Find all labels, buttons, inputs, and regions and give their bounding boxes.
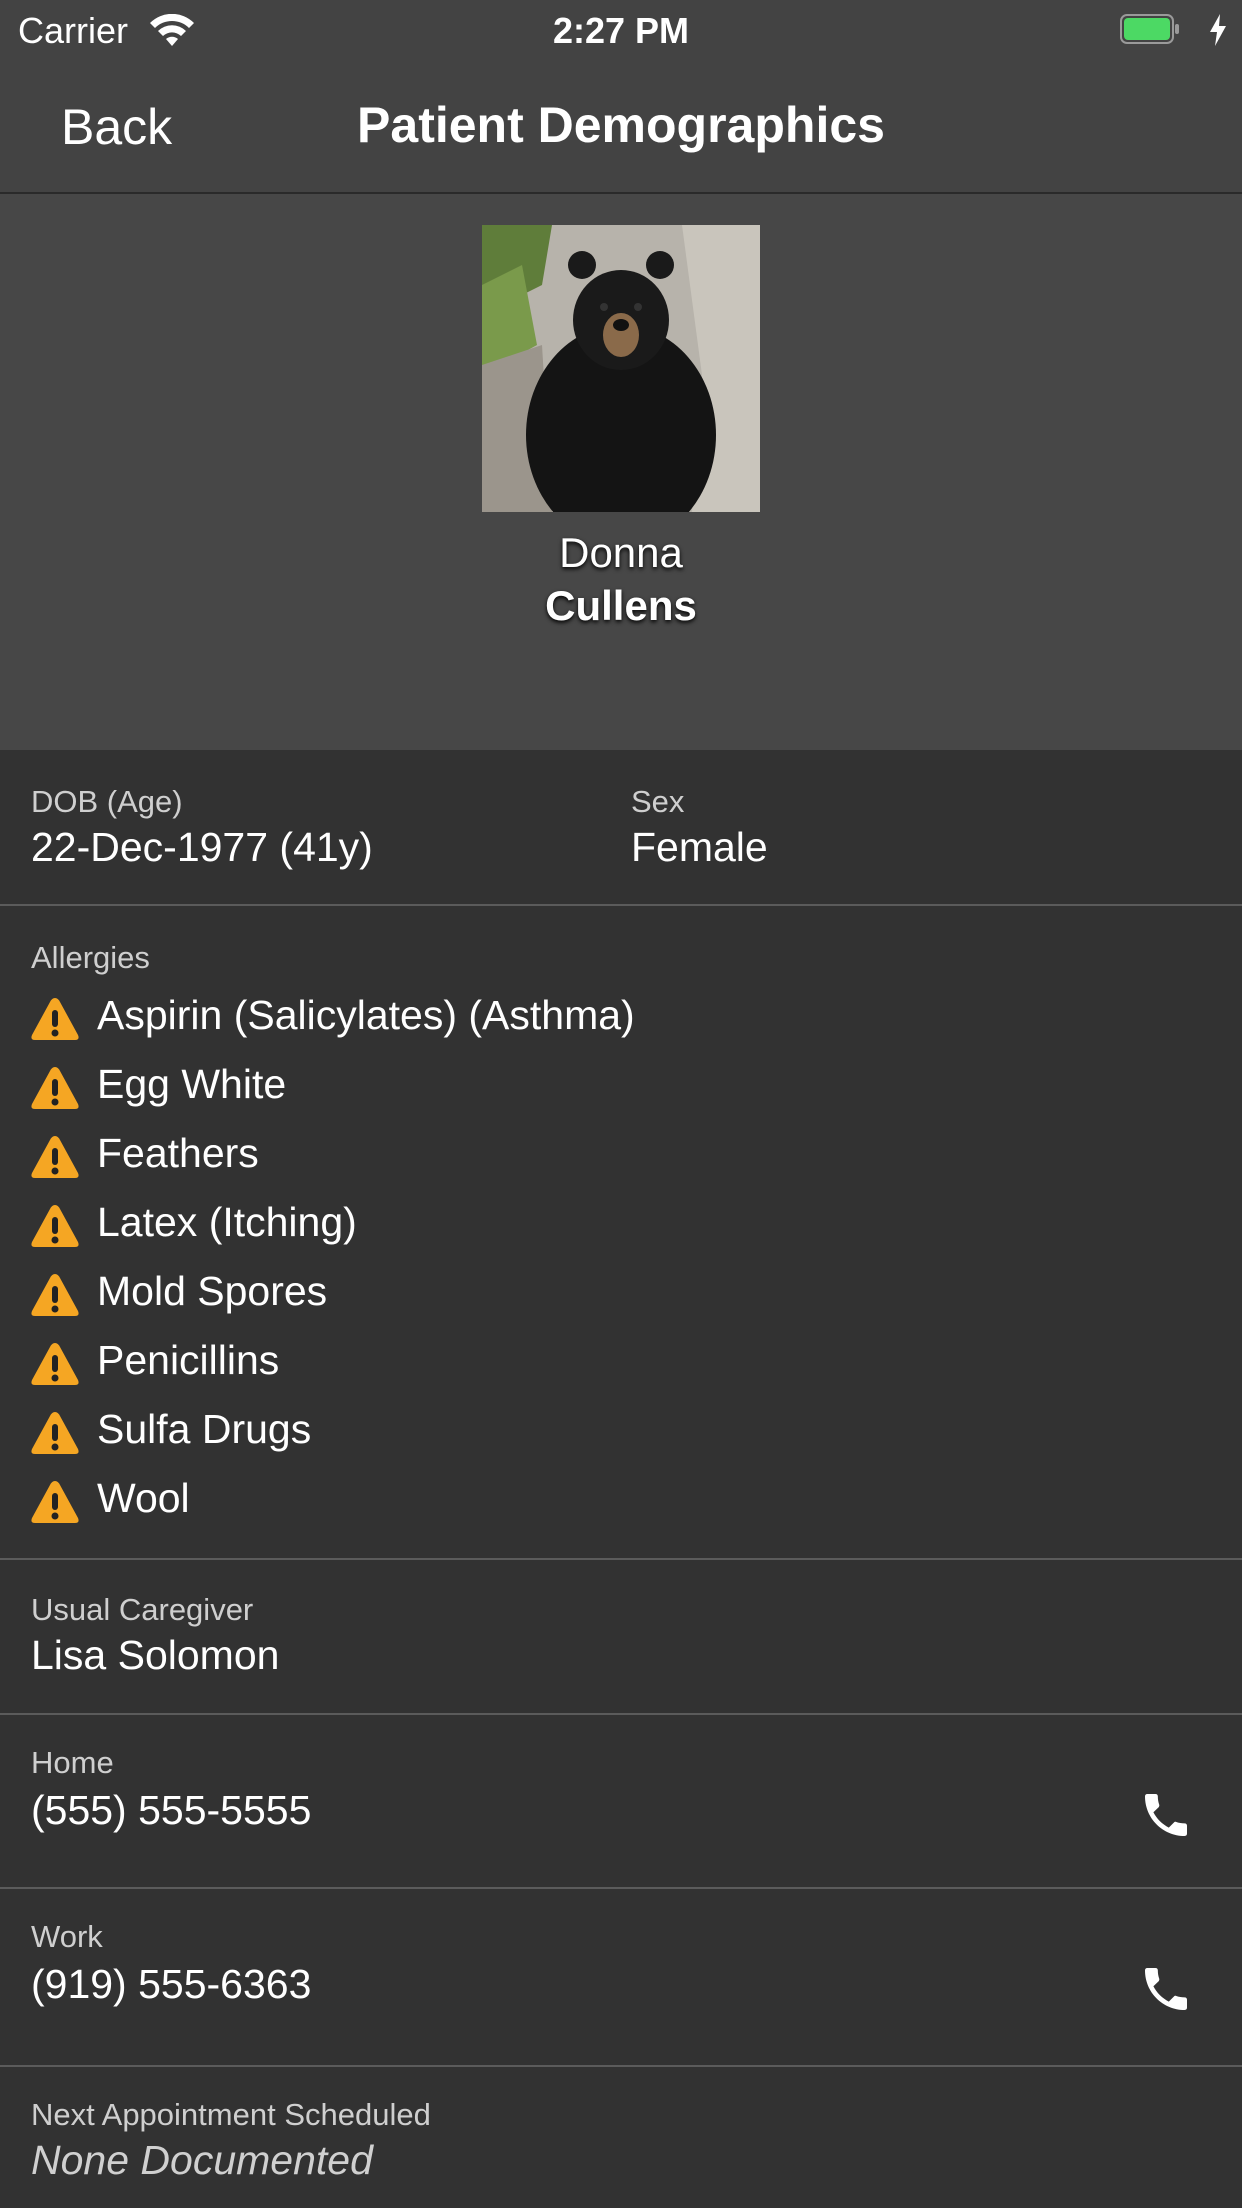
allergy-name: Feathers	[97, 1130, 259, 1176]
page-title: Patient Demographics	[357, 97, 885, 153]
warning-icon	[31, 1205, 79, 1247]
caregiver-label: Usual Caregiver	[31, 1592, 254, 1627]
dob-value: 22-Dec-1977 (41y)	[31, 824, 373, 870]
appointment-label: Next Appointment Scheduled	[31, 2097, 431, 2132]
phone-icon[interactable]	[1138, 1787, 1194, 1843]
allergy-item: Wool	[30, 1473, 1130, 1533]
sex-value: Female	[631, 824, 768, 870]
warning-icon	[31, 1481, 79, 1523]
allergy-item: Mold Spores	[30, 1266, 1130, 1326]
dob-label: DOB (Age)	[31, 784, 183, 819]
allergy-item: Feathers	[30, 1128, 1130, 1188]
navigation-bar: Back Patient Demographics	[0, 62, 1242, 194]
sex-label: Sex	[631, 784, 685, 819]
work-phone-section[interactable]: Work (919) 555-6363	[0, 1889, 1242, 2067]
caregiver-value: Lisa Solomon	[31, 1632, 280, 1678]
phone-icon[interactable]	[1138, 1961, 1194, 2017]
home-phone-label: Home	[31, 1745, 114, 1780]
warning-icon	[31, 1274, 79, 1316]
allergy-name: Penicillins	[97, 1337, 280, 1383]
patient-first-name: Donna	[559, 529, 683, 576]
allergy-item: Latex (Itching)	[30, 1197, 1130, 1257]
charging-bolt-icon	[1210, 14, 1226, 46]
allergies-label: Allergies	[31, 940, 150, 975]
status-bar: Carrier 2:27 PM	[0, 0, 1242, 62]
allergies-section: Allergies Aspirin (Salicylates) (Asthma)…	[0, 906, 1242, 1560]
allergy-item: Aspirin (Salicylates) (Asthma)	[30, 990, 1130, 1050]
demographics-section: DOB (Age) 22-Dec-1977 (41y) Sex Female	[0, 750, 1242, 906]
warning-icon	[31, 998, 79, 1040]
allergy-item: Sulfa Drugs	[30, 1404, 1130, 1464]
warning-icon	[31, 1412, 79, 1454]
warning-icon	[31, 1136, 79, 1178]
work-phone-label: Work	[31, 1919, 103, 1954]
warning-icon	[31, 1067, 79, 1109]
home-phone-section[interactable]: Home (555) 555-5555	[0, 1715, 1242, 1889]
patient-photo	[482, 225, 760, 512]
allergy-name: Egg White	[97, 1061, 287, 1107]
work-phone-value: (919) 555-6363	[31, 1961, 312, 2007]
warning-icon	[31, 1343, 79, 1385]
caregiver-section: Usual Caregiver Lisa Solomon	[0, 1560, 1242, 1715]
appointment-value: None Documented	[31, 2137, 373, 2183]
home-phone-value: (555) 555-5555	[31, 1787, 312, 1833]
allergy-name: Aspirin (Salicylates) (Asthma)	[97, 992, 635, 1038]
allergy-name: Wool	[97, 1475, 190, 1521]
allergy-name: Latex (Itching)	[97, 1199, 357, 1245]
allergy-item: Penicillins	[30, 1335, 1130, 1395]
appointment-section: Next Appointment Scheduled None Document…	[0, 2067, 1242, 2208]
battery-icon	[1120, 14, 1179, 44]
status-time: 2:27 PM	[552, 10, 690, 51]
allergy-name: Sulfa Drugs	[97, 1406, 312, 1452]
patient-header: Donna Cullens	[0, 194, 1242, 750]
patient-last-name: Cullens	[545, 582, 697, 629]
allergy-item: Egg White	[30, 1059, 1130, 1119]
allergy-name: Mold Spores	[97, 1268, 328, 1314]
